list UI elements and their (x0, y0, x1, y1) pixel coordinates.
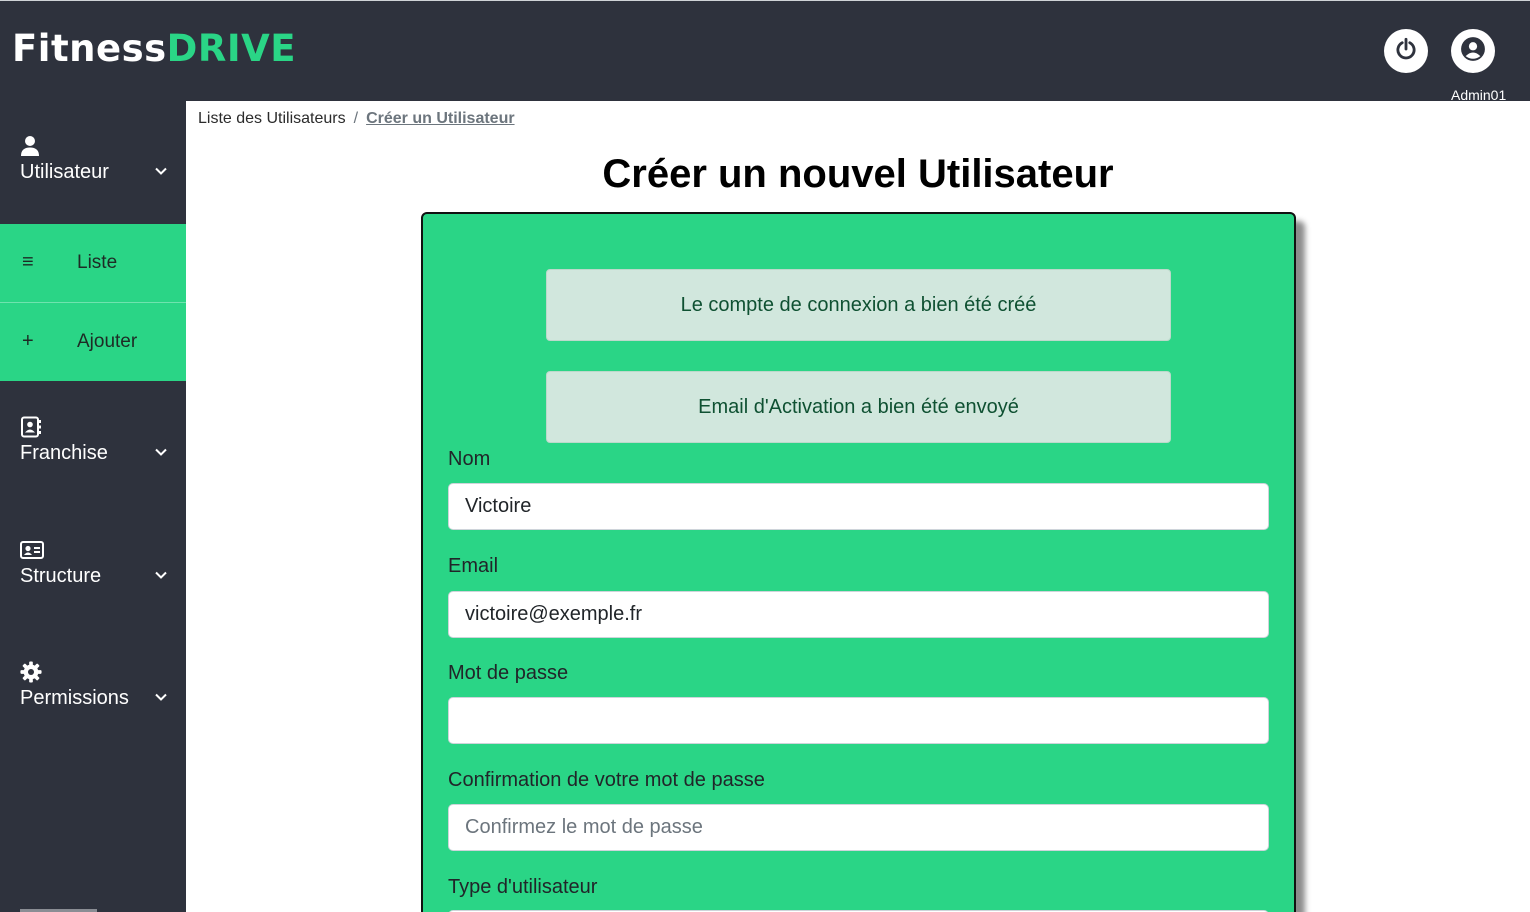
password-confirm-input[interactable] (448, 804, 1269, 851)
app-logo[interactable]: FitnessDRIVE (12, 27, 296, 71)
logout-button[interactable] (1384, 29, 1428, 73)
chevron-down-icon (153, 163, 169, 179)
sidebar-group-permissions[interactable]: Permissions (0, 661, 186, 761)
email-label: Email (448, 555, 499, 577)
list-icon: ≡ (22, 251, 34, 273)
sidebar-group-franchise[interactable]: Franchise (0, 416, 186, 516)
sidebar-item-label: Liste (77, 252, 118, 273)
logo-text-drive: DRIVE (166, 27, 297, 70)
sidebar-group-utilisateur[interactable]: Utilisateur (0, 135, 186, 235)
plus-icon: + (22, 330, 34, 352)
id-card-icon (20, 539, 44, 561)
sidebar-group-structure[interactable]: Structure (0, 539, 186, 639)
sidebar-group-label: Franchise (20, 442, 108, 464)
account-button[interactable] (1451, 29, 1495, 73)
top-bar: FitnessDRIVE Admin01 (0, 0, 1530, 103)
breadcrumb: Liste des Utilisateurs / Créer un Utilisat… (198, 110, 515, 128)
sidebar-group-label: Utilisateur (20, 161, 109, 183)
password-label: Mot de passe (448, 662, 569, 684)
user-form-card: Le compte de connexion a bien été créé E… (421, 212, 1296, 912)
page-title: Créer un nouvel Utilisateur (602, 152, 1114, 196)
username-label: Admin01 (1451, 87, 1507, 103)
email-input[interactable] (448, 591, 1269, 638)
success-alert-account: Le compte de connexion a bien été créé (546, 269, 1171, 341)
breadcrumb-link-liste[interactable]: Liste des Utilisateurs (198, 110, 346, 127)
success-alert-email: Email d'Activation a bien été envoyé (546, 371, 1171, 443)
logo-text-fitness: Fitness (12, 27, 167, 70)
chevron-down-icon (153, 689, 169, 705)
sidebar-group-label: Structure (20, 565, 102, 587)
password-input[interactable] (448, 697, 1269, 744)
sidebar: Utilisateur ≡ Liste + Ajouter Franchise … (0, 101, 186, 912)
chevron-down-icon (153, 567, 169, 583)
user-circle-icon (1460, 36, 1486, 67)
sidebar-item-label: Ajouter (77, 331, 138, 352)
user-icon (20, 135, 42, 157)
breadcrumb-current[interactable]: Créer un Utilisateur (366, 110, 514, 127)
gear-icon (20, 661, 42, 683)
nom-input[interactable] (448, 483, 1269, 530)
chevron-down-icon (153, 444, 169, 460)
nom-label: Nom (448, 448, 491, 470)
user-type-label: Type d'utilisateur (448, 876, 598, 898)
sidebar-group-label: Permissions (20, 687, 129, 709)
sidebar-item-liste[interactable]: ≡ Liste (0, 224, 186, 302)
breadcrumb-separator: / (353, 110, 359, 127)
sidebar-item-ajouter[interactable]: + Ajouter (0, 303, 186, 381)
password-confirm-label: Confirmation de votre mot de passe (448, 769, 765, 791)
power-icon (1393, 36, 1419, 67)
address-book-icon (20, 416, 42, 438)
